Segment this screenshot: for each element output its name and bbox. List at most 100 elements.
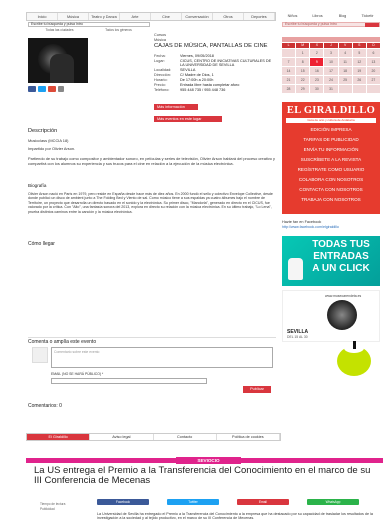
nav-item-conversacion[interactable]: Conversación (182, 13, 213, 20)
link-colabora[interactable]: COLABORA CON NOSOTROS (282, 177, 380, 182)
googleplus-share-icon[interactable] (48, 86, 56, 92)
calendar-weekday: S (352, 43, 366, 48)
print-icon[interactable] (58, 86, 64, 92)
calendar-day[interactable]: 24 (324, 76, 338, 84)
calendar-day[interactable]: 27 (366, 76, 380, 84)
nav-item-cine[interactable]: Cine (151, 13, 182, 20)
calendar-day[interactable]: 4 (338, 49, 352, 57)
calendar-day (338, 85, 352, 93)
calendar-day[interactable]: 20 (366, 67, 380, 75)
field-label-horario: Horario: (154, 78, 168, 82)
search-select[interactable]: Escribe tu búsqueda y pulsa Intro (28, 22, 150, 27)
calendar-day (366, 85, 380, 93)
calendar-day[interactable]: 14 (282, 67, 296, 75)
comment-textarea[interactable]: Comentario sobre este evento (51, 347, 273, 368)
nav-item-arte[interactable]: Arte (120, 13, 151, 20)
giraldillo-logo[interactable]: EL GIRALDILLO (282, 105, 380, 116)
genre-filter-label[interactable]: Todos los géneros (89, 28, 147, 32)
nav-item-ticketir[interactable]: Ticketir (355, 12, 380, 21)
calendar-day[interactable]: 21 (282, 76, 296, 84)
footer-item-aviso-legal[interactable]: Aviso legal (90, 434, 154, 440)
museum-ad[interactable]: www.museoarendeta.es SEVILLA DEL 15 AL 3… (282, 290, 380, 342)
share-facebook-button[interactable]: Facebook (97, 499, 149, 505)
nav-item-teatro[interactable]: Teatro y Danza (89, 13, 120, 20)
calendar-day[interactable]: 25 (338, 76, 352, 84)
tickets-ad-line-2: ENTRADAS (313, 251, 369, 262)
link-contacta[interactable]: CONTACTA CON NOSOTROS (282, 187, 380, 192)
how-to-arrive-heading[interactable]: Cómo llegar (28, 241, 55, 247)
calendar-day[interactable]: 17 (324, 67, 338, 75)
calendar-day[interactable]: 11 (338, 58, 352, 66)
calendar-day[interactable]: 23 (310, 76, 324, 84)
comment-heading: Comenta o amplía este evento (28, 339, 97, 345)
calendar-day[interactable]: 8 (296, 58, 310, 66)
tickets-ad[interactable]: TODAS TUS ENTRADAS A UN CLICK (282, 236, 380, 286)
calendar-day[interactable]: 7 (282, 58, 296, 66)
calendar-day[interactable]: 10 (324, 58, 338, 66)
calendar-day[interactable]: 15 (296, 67, 310, 75)
calendar-search-button[interactable] (365, 23, 379, 27)
nav-item-ninos[interactable]: Niños (280, 12, 305, 21)
field-label-lugar: Lugar: (154, 59, 165, 63)
facebook-share-icon[interactable] (28, 86, 36, 92)
city-filter-label[interactable]: Todas las ciudades (31, 28, 89, 32)
museum-ad-caption: DEL 15 AL 30 (287, 335, 308, 339)
more-info-button[interactable]: Más información (154, 104, 198, 110)
email-field[interactable] (51, 378, 207, 384)
calendar-day[interactable]: 31 (324, 85, 338, 93)
description-heading: Descripción (28, 128, 58, 134)
calendar-day[interactable]: 28 (282, 85, 296, 93)
publish-button[interactable]: Publicar (243, 386, 271, 393)
link-tarifas[interactable]: TARIFAS DE PUBLICIDAD (282, 137, 380, 142)
link-suscribete[interactable]: SUSCRÍBETE A LA REVISTA (282, 157, 380, 162)
share-twitter-button[interactable]: Twitter (167, 499, 219, 505)
calendar-day[interactable]: 1 (296, 49, 310, 57)
share-whatsapp-button[interactable]: WhatsApp (307, 499, 359, 505)
calendar-day[interactable]: 22 (296, 76, 310, 84)
twitter-share-icon[interactable] (38, 86, 46, 92)
nav-item-otros[interactable]: Otros (213, 13, 244, 20)
link-registrate[interactable]: REGÍSTRATE COMO USUARIO (282, 167, 380, 172)
field-label-direccion: Dirección: (154, 73, 171, 77)
nav-item-libros[interactable]: Libros (305, 12, 330, 21)
footer-item-contacto[interactable]: Contacto (154, 434, 217, 440)
reading-time-label: Tiempo de lectura (40, 502, 66, 506)
calendar-day[interactable]: 13 (366, 58, 380, 66)
seviocio-tag[interactable]: SEVIOCIO (176, 457, 241, 464)
share-twitter-label: Twitter (188, 500, 198, 504)
calendar-day[interactable]: 29 (296, 85, 310, 93)
calendar-day[interactable]: 3 (324, 49, 338, 57)
bottom-headline[interactable]: La US entrega el Premio a la Transferenc… (34, 466, 374, 486)
city-filter: Todas las ciudades Todos los géneros (28, 28, 150, 32)
facebook-fan-link[interactable]: http://www.facebook.com/elgiraldillo (282, 225, 339, 229)
footer-item-cookies[interactable]: Política de cookies (217, 434, 280, 440)
nav-item-inicio[interactable]: Inicio (27, 13, 58, 20)
nav-item-musica[interactable]: Música (58, 13, 89, 20)
link-edicion-impresa[interactable]: EDICIÓN IMPRESA (282, 127, 380, 132)
link-trabaja[interactable]: TRABAJA CON NOSOTROS (282, 197, 380, 202)
calendar-day[interactable]: 26 (352, 76, 366, 84)
calendar-search-input[interactable]: Escribe tu búsqueda y pulsa Intro (282, 22, 380, 27)
calendar-day[interactable]: 12 (352, 58, 366, 66)
calendar-day[interactable]: 16 (310, 67, 324, 75)
calendar-day[interactable]: 5 (352, 49, 366, 57)
calendar-day[interactable]: 6 (366, 49, 380, 57)
more-events-button[interactable]: Más eventos en este lugar (154, 116, 222, 122)
calendar-weekday: J (324, 43, 338, 48)
genre-2[interactable]: Música (154, 38, 166, 42)
giraldillo-box: EL GIRALDILLO Guía de ocio y cultura de … (282, 102, 380, 214)
footer-item-giraldillo[interactable]: El Giraldillo (27, 434, 91, 440)
share-email-label: Email (259, 500, 267, 504)
genre-1[interactable]: Cursos (154, 33, 166, 37)
field-value-lugar[interactable]: CICUS, CENTRO DE INICIATIVAS CULTURALES … (180, 59, 275, 68)
link-envia-info[interactable]: ENVÍA TU INFORMACIÓN (282, 147, 380, 152)
calendar-day[interactable]: 2 (310, 49, 324, 57)
calendar-day[interactable]: 19 (352, 67, 366, 75)
calendar-day[interactable]: 30 (310, 85, 324, 93)
secondary-nav: Niños Libros Blog Ticketir (280, 12, 380, 21)
share-email-button[interactable]: Email (237, 499, 289, 505)
calendar-day[interactable]: 18 (338, 67, 352, 75)
nav-item-blog[interactable]: Blog (330, 12, 355, 21)
calendar-day[interactable]: 9 (310, 58, 324, 66)
nav-item-deportes[interactable]: Deportes (244, 13, 275, 20)
